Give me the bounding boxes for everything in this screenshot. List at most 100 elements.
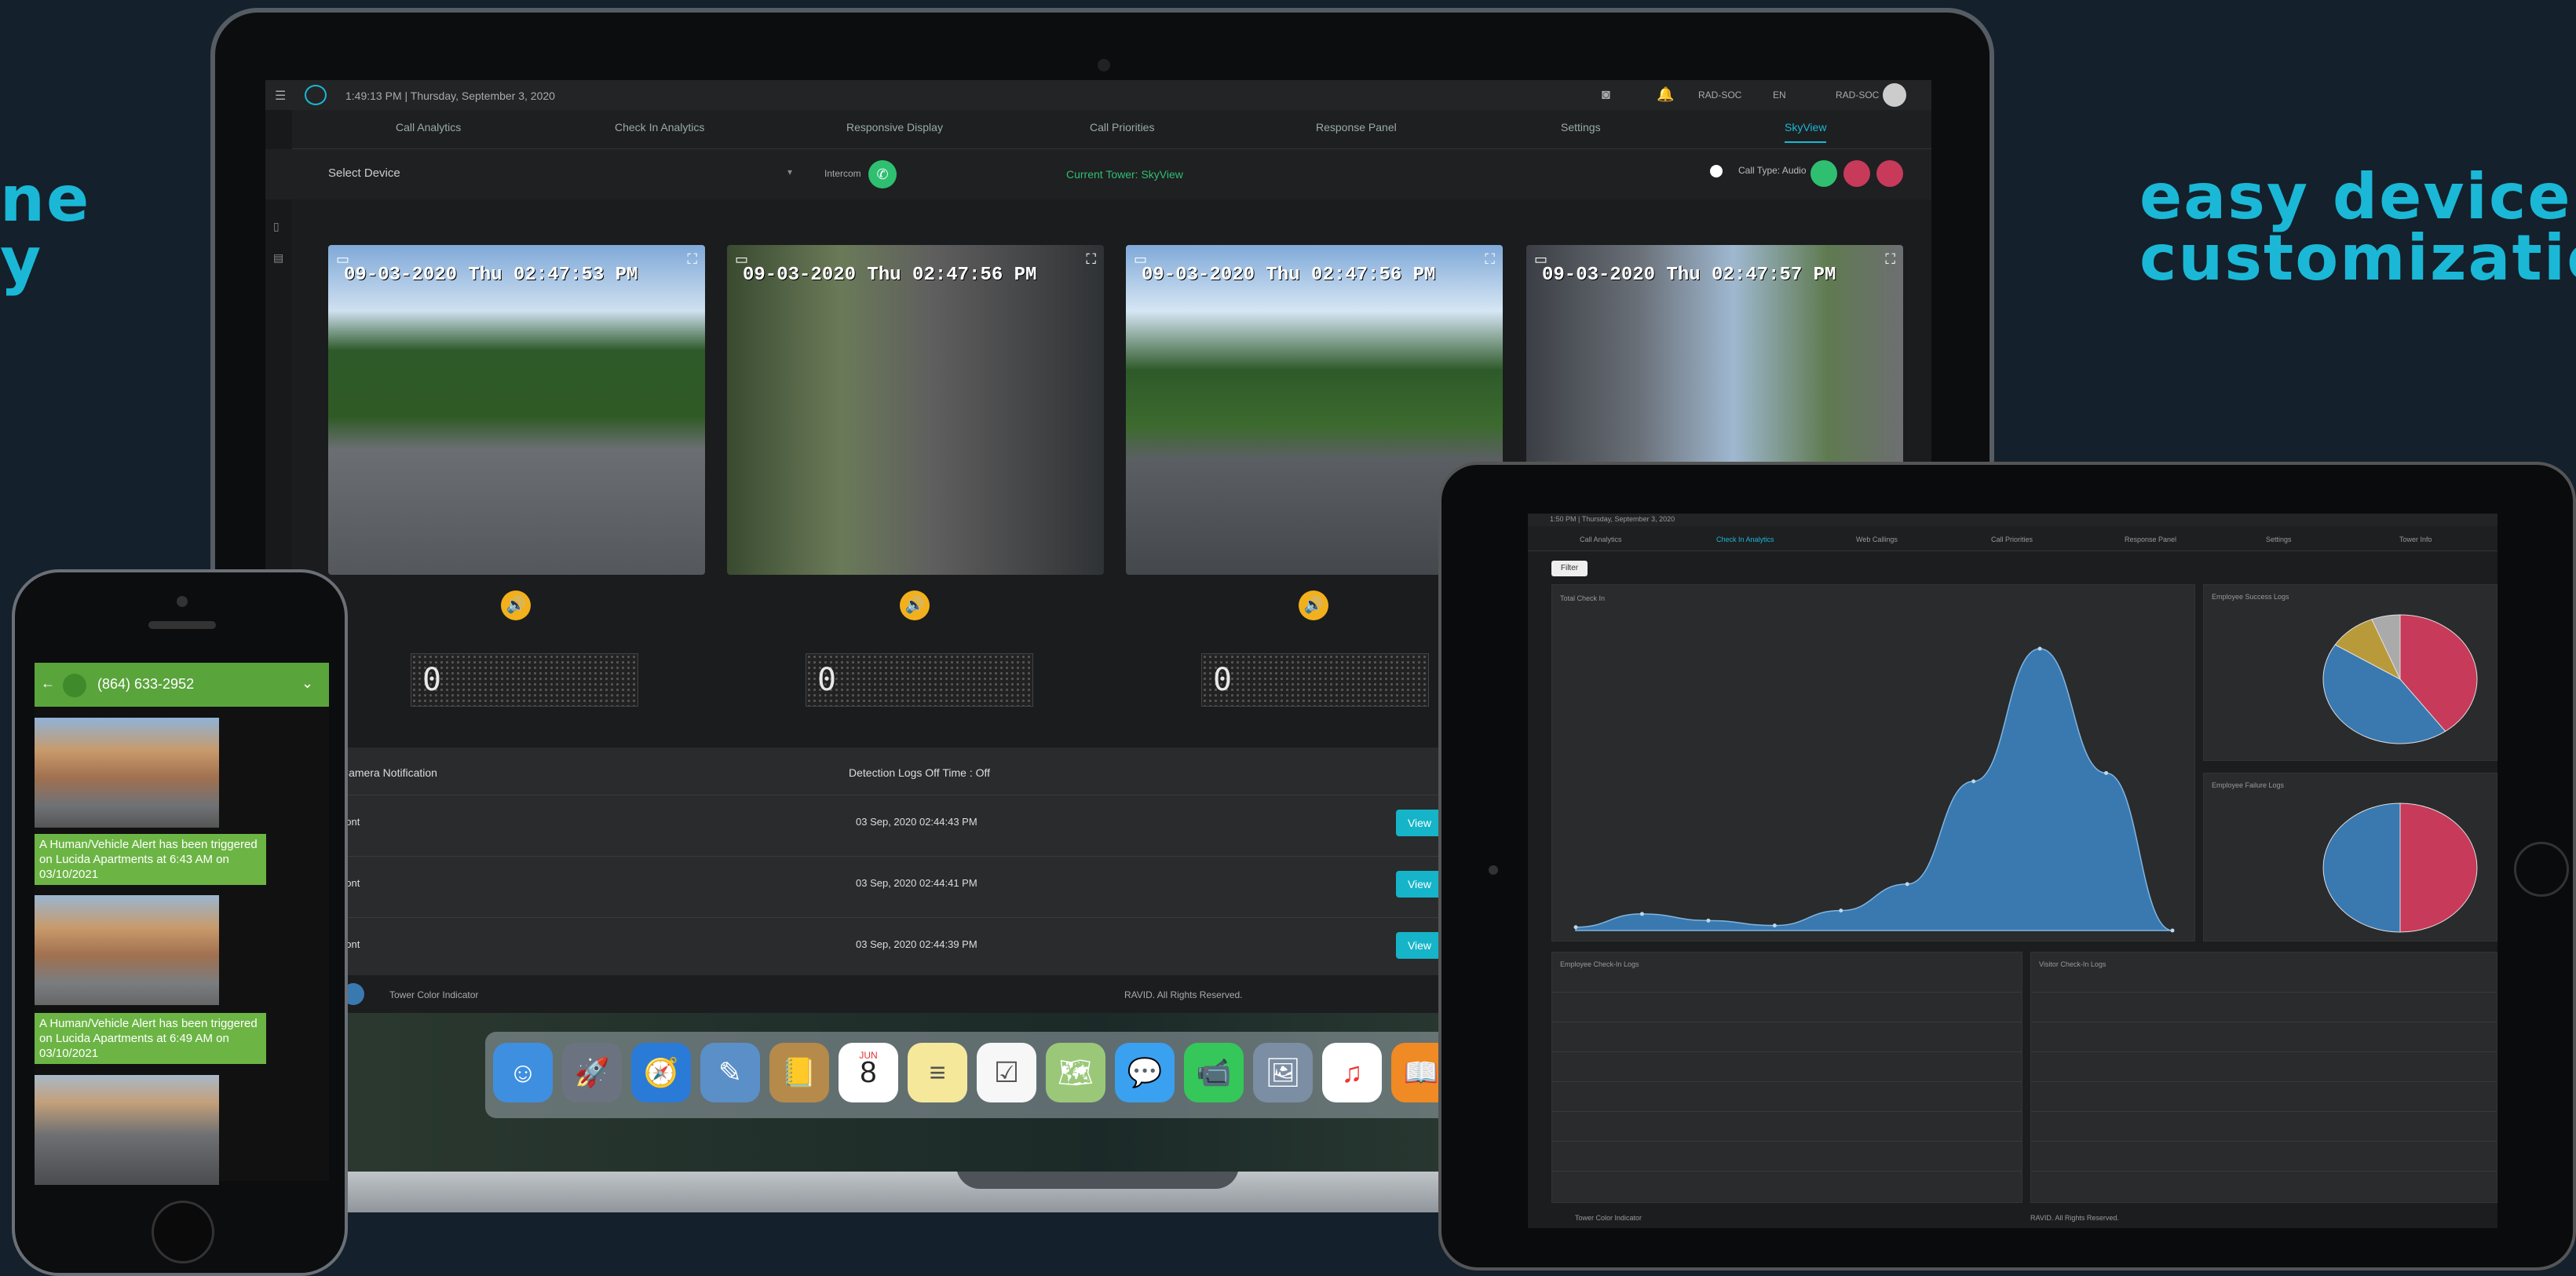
table-row[interactable]: [1552, 1171, 2022, 1201]
avatar[interactable]: [1883, 83, 1906, 107]
fullscreen-icon[interactable]: ⛶: [1885, 251, 1895, 268]
facetime-icon[interactable]: 📹: [1184, 1043, 1244, 1102]
table-row[interactable]: [1552, 1022, 2022, 1051]
fullscreen-icon[interactable]: ⛶: [687, 251, 697, 268]
bell-icon[interactable]: 🔔: [1657, 86, 1674, 103]
fullscreen-icon[interactable]: ⛶: [1485, 251, 1495, 268]
area-chart: [1573, 646, 2175, 933]
speaker-button-2[interactable]: 🔊: [900, 590, 930, 620]
tab-response-panel[interactable]: Response Panel: [2125, 536, 2176, 543]
camera-feed-1[interactable]: ▭ ⛶ 09-03-2020 Thu 02:47:53 PM: [328, 245, 705, 575]
tab-call-priorities[interactable]: Call Priorities: [1991, 536, 2033, 543]
log-time: 03 Sep, 2020 02:44:41 PM: [856, 877, 977, 889]
tablet-screen: 1:50 PM | Thursday, September 3, 2020 Ca…: [1528, 514, 2497, 1228]
table-row[interactable]: [2031, 992, 2497, 1022]
tab-responsive-display[interactable]: Responsive Display: [846, 121, 943, 133]
dot-matrix-display-3: 0: [1201, 653, 1429, 707]
camera-timestamp: 09-03-2020 Thu 02:47:56 PM: [743, 265, 1037, 286]
tab-call-analytics[interactable]: Call Analytics: [396, 121, 461, 133]
chevron-down-icon[interactable]: ⌄: [301, 675, 313, 692]
camera-timestamp: 09-03-2020 Thu 02:47:56 PM: [1142, 265, 1436, 286]
copyright: RAVID. All Rights Reserved.: [1124, 989, 1243, 1000]
tab-settings[interactable]: Settings: [1561, 121, 1601, 133]
select-device-dropdown[interactable]: Select Device: [328, 166, 799, 180]
fullscreen-icon[interactable]: ⛶: [1086, 251, 1096, 268]
user-name[interactable]: RAD-SOC: [1836, 90, 1879, 101]
itunes-icon[interactable]: ♫: [1322, 1043, 1382, 1102]
dashboard-icon[interactable]: ▤: [273, 251, 283, 265]
alert-message-2[interactable]: A Human/Vehicle Alert has been triggered…: [35, 1013, 266, 1064]
tab-call-analytics[interactable]: Call Analytics: [1580, 536, 1622, 543]
tab-response-panel[interactable]: Response Panel: [1316, 121, 1397, 133]
camera-feed-4[interactable]: ▭ ⛶ 09-03-2020 Thu 02:47:57 PM: [1526, 245, 1903, 481]
launchpad-icon[interactable]: 🚀: [562, 1043, 622, 1102]
notes-icon[interactable]: ≡: [908, 1043, 967, 1102]
contact-icon: [63, 674, 86, 697]
calendar-icon[interactable]: JUN 8: [839, 1043, 898, 1102]
camera-feed-2[interactable]: ▭ ⛶ 09-03-2020 Thu 02:47:56 PM: [727, 245, 1104, 575]
speaker-button-1[interactable]: 🔊: [501, 590, 531, 620]
tab-skyview[interactable]: SkyView: [1785, 121, 1827, 143]
table-row[interactable]: [1552, 1111, 2022, 1141]
filter-button[interactable]: Filter: [1551, 561, 1588, 576]
table-row[interactable]: [1552, 992, 2022, 1022]
cloud-button[interactable]: [1811, 160, 1837, 187]
pie-chart-success: [2322, 614, 2478, 744]
table-row[interactable]: [2031, 1171, 2497, 1201]
tab-settings[interactable]: Settings: [2266, 536, 2292, 543]
table-row[interactable]: [1552, 1141, 2022, 1171]
chevron-down-icon[interactable]: ▾: [787, 166, 792, 177]
hero-left-text: ne y: [0, 168, 90, 292]
door-icon[interactable]: ▯: [273, 220, 280, 233]
alert-snapshot-1[interactable]: [35, 718, 219, 828]
alert-snapshot-3[interactable]: [35, 1075, 219, 1185]
tablet-home-button[interactable]: [2514, 842, 2569, 897]
phone-number: (864) 633-2952: [97, 676, 195, 692]
menu-icon[interactable]: ☰: [275, 88, 286, 104]
role-dropdown[interactable]: RAD-SOC: [1698, 90, 1741, 101]
contacts-icon[interactable]: 📒: [769, 1043, 829, 1102]
tab-check-in-analytics[interactable]: Check In Analytics: [1716, 536, 1774, 543]
photos-icon[interactable]: 🖼: [1253, 1043, 1313, 1102]
alert-message-1[interactable]: A Human/Vehicle Alert has been triggered…: [35, 834, 266, 885]
finder-icon[interactable]: ☺: [493, 1043, 553, 1102]
table-row[interactable]: [2031, 1051, 2497, 1081]
tablet-camera-dot: [1489, 865, 1498, 875]
view-button[interactable]: View: [1396, 871, 1443, 898]
reminders-icon[interactable]: ☑: [977, 1043, 1036, 1102]
tab-tower-info[interactable]: Tower Info: [2399, 536, 2432, 543]
table-row[interactable]: [1552, 1081, 2022, 1111]
table-row[interactable]: [2031, 1111, 2497, 1141]
alert-snapshot-2[interactable]: [35, 895, 219, 1005]
phone-camera-dot: [177, 596, 188, 607]
view-button[interactable]: View: [1396, 810, 1443, 836]
area-series: [1575, 648, 2173, 931]
area-point: [2170, 928, 2175, 933]
table-row[interactable]: [2031, 1081, 2497, 1111]
table1-title: Employee Check-In Logs: [1560, 960, 1639, 968]
camera-status-icon[interactable]: ◙: [1602, 86, 1610, 103]
call-type-radio[interactable]: [1710, 165, 1723, 177]
messages-icon[interactable]: 💬: [1115, 1043, 1175, 1102]
pie-slice: [2322, 803, 2401, 933]
language-dropdown[interactable]: EN: [1773, 90, 1786, 101]
safari-icon[interactable]: 🧭: [631, 1043, 691, 1102]
intercom-call-button[interactable]: ✆: [868, 160, 897, 188]
logo-icon: [305, 85, 327, 105]
maps-icon[interactable]: 🗺: [1046, 1043, 1105, 1102]
table-row[interactable]: [1552, 1051, 2022, 1081]
table-row[interactable]: [2031, 1022, 2497, 1051]
tab-check-in-analytics[interactable]: Check In Analytics: [615, 121, 704, 133]
dot-matrix-display-1: 0: [411, 653, 638, 707]
home-button[interactable]: [152, 1201, 214, 1263]
tab-call-priorities[interactable]: Call Priorities: [1090, 121, 1154, 133]
record-button[interactable]: [1876, 160, 1903, 187]
speaker-button-3[interactable]: 🔊: [1299, 590, 1328, 620]
view-button[interactable]: View: [1396, 932, 1443, 959]
back-arrow-icon[interactable]: ←: [41, 675, 55, 692]
pie-chart-failure: [2322, 803, 2478, 933]
tab-web-callings[interactable]: Web Callings: [1856, 536, 1898, 543]
video-button[interactable]: [1843, 160, 1870, 187]
table-row[interactable]: [2031, 1141, 2497, 1171]
preview-icon[interactable]: ✎: [700, 1043, 760, 1102]
